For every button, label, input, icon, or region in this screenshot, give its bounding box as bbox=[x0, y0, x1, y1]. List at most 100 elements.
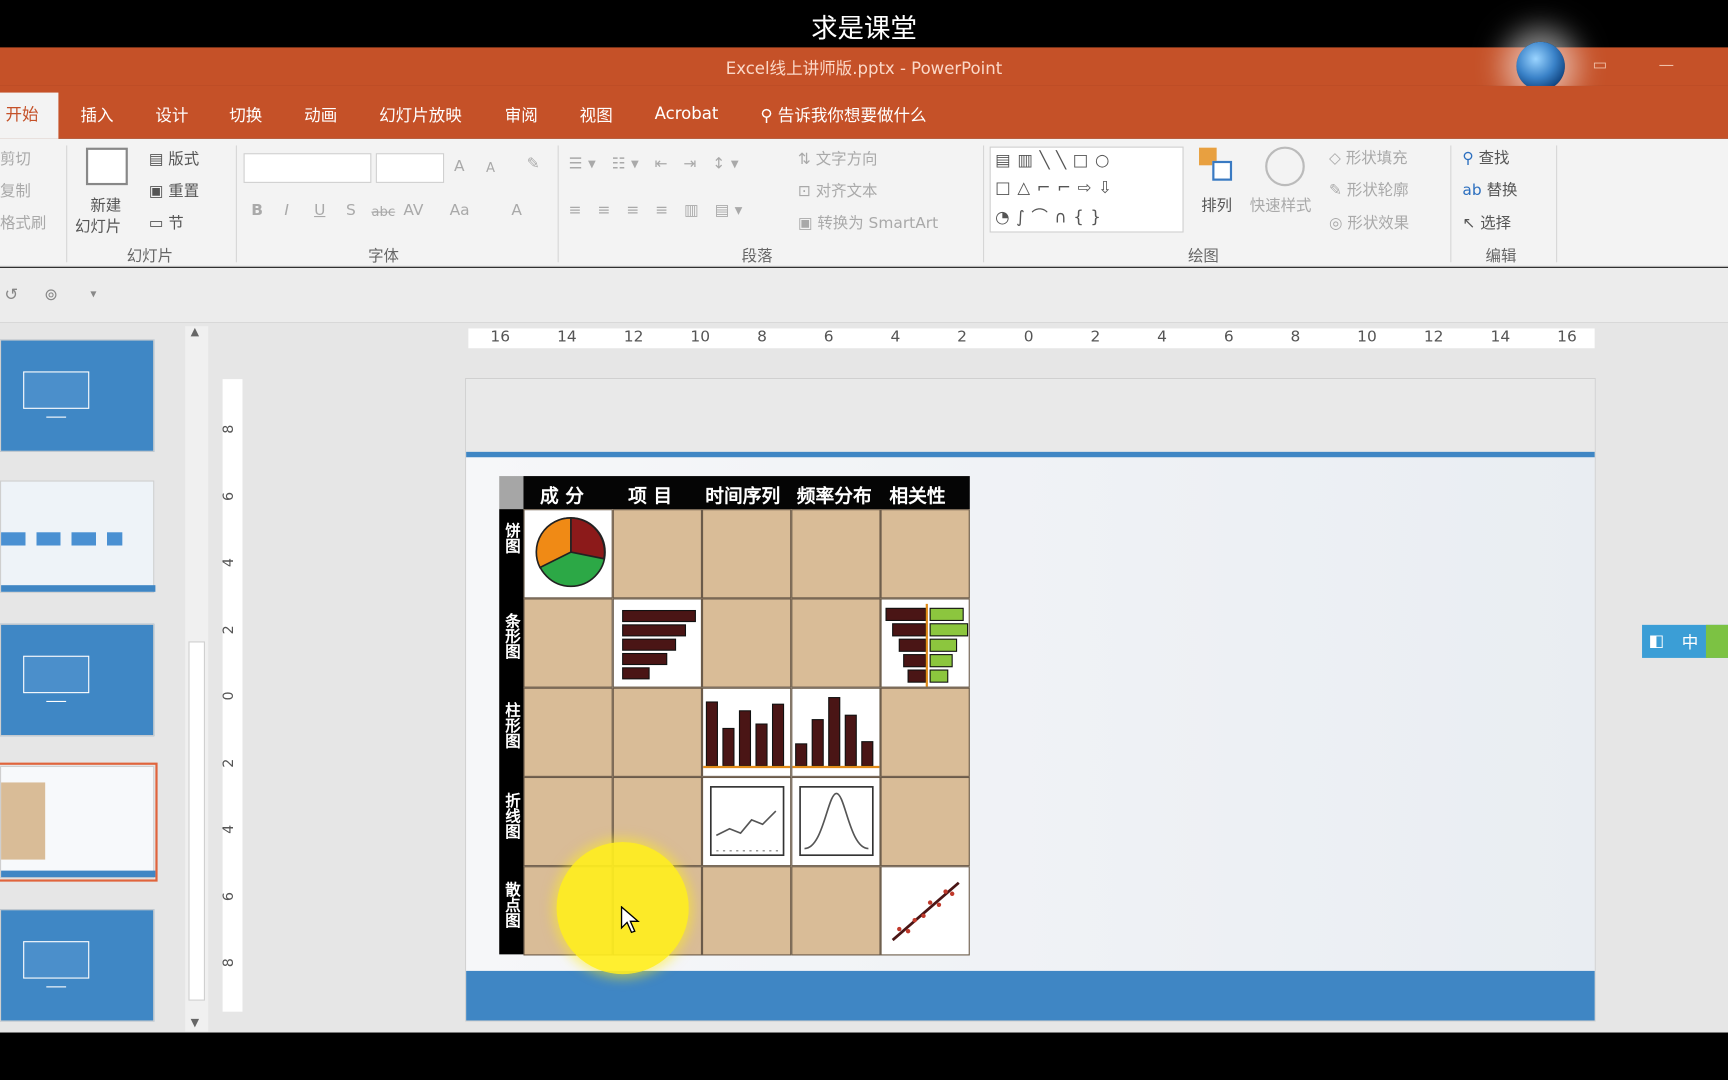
bottom-black-bar bbox=[0, 1032, 1728, 1080]
quick-styles-button[interactable]: 快速样式 bbox=[1250, 194, 1312, 216]
undo-icon[interactable]: ↺ bbox=[4, 284, 18, 304]
underline-button[interactable]: U bbox=[314, 202, 325, 220]
tab-animations[interactable]: 动画 bbox=[304, 104, 337, 127]
slide-thumbnail-selected[interactable] bbox=[0, 762, 158, 882]
lightbulb-icon: ⚲ bbox=[760, 105, 773, 126]
align-buttons[interactable]: ≡ ≡ ≡ ≡ ▥ ▤▾ bbox=[569, 202, 748, 220]
new-slide-icon[interactable] bbox=[85, 147, 128, 186]
effects-icon: ◎ bbox=[1329, 214, 1348, 233]
table-cell bbox=[880, 776, 970, 867]
grow-font-button[interactable]: A bbox=[454, 158, 465, 176]
line-chart-icon bbox=[709, 786, 785, 857]
minimize-icon[interactable]: — bbox=[1659, 56, 1674, 74]
cell-bar-correlation[interactable] bbox=[880, 598, 970, 688]
ruler-tick-label: 6 bbox=[1223, 328, 1234, 347]
quick-styles-icon[interactable] bbox=[1265, 146, 1305, 187]
select-icon: ↖ bbox=[1462, 214, 1481, 233]
slide-footer-bar bbox=[1, 585, 156, 592]
monitor-icon bbox=[23, 371, 90, 418]
scrollbar-thumb[interactable] bbox=[188, 641, 205, 1001]
shapes-row-3[interactable]: ◔∫⌒∩{} bbox=[995, 205, 1107, 228]
ruler-tick-label: 10 bbox=[1357, 328, 1377, 347]
char-spacing-button[interactable]: AV bbox=[403, 202, 423, 220]
tab-acrobat[interactable]: Acrobat bbox=[655, 104, 719, 124]
ruler-tick-label: 2 bbox=[221, 624, 238, 634]
ime-indicator[interactable]: ◧ 中 bbox=[1642, 624, 1728, 658]
new-slide-label[interactable]: 新建 bbox=[90, 194, 121, 216]
cell-scatter-correlation[interactable] bbox=[880, 866, 970, 956]
font-name-field[interactable] bbox=[243, 153, 372, 183]
start-from-beginning-icon[interactable]: ⊚ bbox=[44, 284, 58, 304]
cell-column-frequency[interactable] bbox=[791, 687, 881, 777]
shapes-gallery[interactable]: ▤▥╲╲□○ □△⌐⌐⇨⇩ ◔∫⌒∩{} bbox=[989, 146, 1184, 233]
arrange-icon[interactable] bbox=[1199, 147, 1236, 185]
new-slide-label-2[interactable]: 幻灯片 bbox=[75, 215, 121, 237]
scroll-up-icon[interactable]: ▲ bbox=[191, 326, 199, 338]
customize-qat-icon[interactable]: ▾ bbox=[90, 287, 96, 301]
shapes-row-1[interactable]: ▤▥╲╲□○ bbox=[995, 150, 1116, 170]
cut-button[interactable]: 剪切 bbox=[0, 148, 31, 170]
font-group-label: 字体 bbox=[368, 247, 399, 266]
tab-review[interactable]: 审阅 bbox=[505, 104, 538, 127]
cell-bar-item[interactable] bbox=[612, 598, 702, 688]
cell-line-time-series[interactable] bbox=[701, 776, 792, 867]
tab-home[interactable]: 开始 bbox=[0, 92, 59, 139]
text-direction-button[interactable]: ⇅ 文字方向 bbox=[798, 148, 878, 170]
tab-slideshow[interactable]: 幻灯片放映 bbox=[379, 104, 462, 127]
shape-effects-button[interactable]: ◎ 形状效果 bbox=[1329, 212, 1409, 234]
tell-me-box[interactable]: ⚲ 告诉我你想要做什么 bbox=[760, 104, 926, 127]
cell-line-frequency[interactable] bbox=[791, 776, 881, 867]
find-button[interactable]: ⚲ 查找 bbox=[1462, 147, 1509, 169]
divider bbox=[66, 145, 68, 263]
strike-button[interactable]: abc bbox=[371, 204, 395, 219]
table-cell bbox=[791, 598, 881, 688]
scroll-down-icon[interactable]: ▼ bbox=[191, 1017, 199, 1029]
shrink-font-button[interactable]: A bbox=[486, 160, 495, 175]
font-size-field[interactable] bbox=[375, 153, 445, 183]
replace-button[interactable]: ab 替换 bbox=[1462, 179, 1517, 201]
ribbon-display-icon[interactable]: ▭ bbox=[1592, 56, 1607, 74]
change-case-button[interactable]: Aa bbox=[450, 202, 470, 220]
list-buttons[interactable]: ☰▾ ☷▾ ⇤ ⇥ ↕▾ bbox=[569, 155, 744, 173]
slide-thumbnail[interactable] bbox=[0, 623, 155, 737]
ruler-tick-label: 8 bbox=[757, 328, 767, 347]
arrange-button[interactable]: 排列 bbox=[1201, 194, 1232, 216]
ruler-tick-label: 0 bbox=[1023, 328, 1034, 347]
reset-button[interactable]: ▣ 重置 bbox=[149, 180, 199, 202]
clear-format-icon[interactable]: ✎ bbox=[527, 155, 540, 173]
format-painter-button[interactable]: 格式刷 bbox=[0, 212, 46, 234]
slide-thumbnail[interactable] bbox=[0, 909, 155, 1022]
ime-mode-label: 中 bbox=[1681, 632, 1699, 653]
shape-fill-button[interactable]: ◇ 形状填充 bbox=[1329, 147, 1407, 169]
ruler-tick-label: 0 bbox=[221, 691, 238, 701]
layout-button[interactable]: ▤ 版式 bbox=[149, 148, 199, 170]
font-color-button[interactable]: A bbox=[511, 202, 522, 220]
tab-design[interactable]: 设计 bbox=[155, 104, 188, 127]
shape-outline-button[interactable]: ✎ 形状轮廓 bbox=[1329, 179, 1409, 201]
italic-button[interactable]: I bbox=[284, 202, 289, 220]
table-cell bbox=[612, 509, 702, 599]
layout-icon: ▤ bbox=[148, 150, 169, 169]
select-button[interactable]: ↖ 选择 bbox=[1462, 212, 1511, 234]
shadow-button[interactable]: S bbox=[346, 202, 356, 220]
slide-thumbnail[interactable] bbox=[0, 480, 156, 593]
cell-column-time-series[interactable] bbox=[701, 687, 792, 777]
smartart-button[interactable]: ▣ 转换为 SmartArt bbox=[798, 212, 938, 234]
shapes-row-2[interactable]: □△⌐⌐⇨⇩ bbox=[995, 177, 1118, 197]
smartart-icon: ▣ bbox=[797, 214, 818, 233]
align-text-button[interactable]: ⊡ 对齐文本 bbox=[798, 180, 878, 202]
slide-thumbnail[interactable] bbox=[0, 339, 155, 452]
align-text-icon: ⊡ bbox=[797, 182, 816, 201]
ruler-tick-label: 4 bbox=[1157, 328, 1167, 347]
divider bbox=[557, 145, 559, 263]
tab-insert[interactable]: 插入 bbox=[80, 104, 113, 127]
tab-view[interactable]: 视图 bbox=[580, 104, 613, 127]
tab-transitions[interactable]: 切换 bbox=[229, 104, 262, 127]
moon-icon bbox=[1705, 624, 1728, 658]
row-label-scatter: 散点图 bbox=[503, 881, 521, 928]
row-label-column: 柱形图 bbox=[503, 701, 521, 749]
cell-pie-composition[interactable] bbox=[523, 509, 613, 599]
copy-button[interactable]: 复制 bbox=[0, 180, 31, 202]
bold-button[interactable]: B bbox=[251, 202, 263, 220]
section-button[interactable]: ▭ 节 bbox=[149, 212, 184, 234]
